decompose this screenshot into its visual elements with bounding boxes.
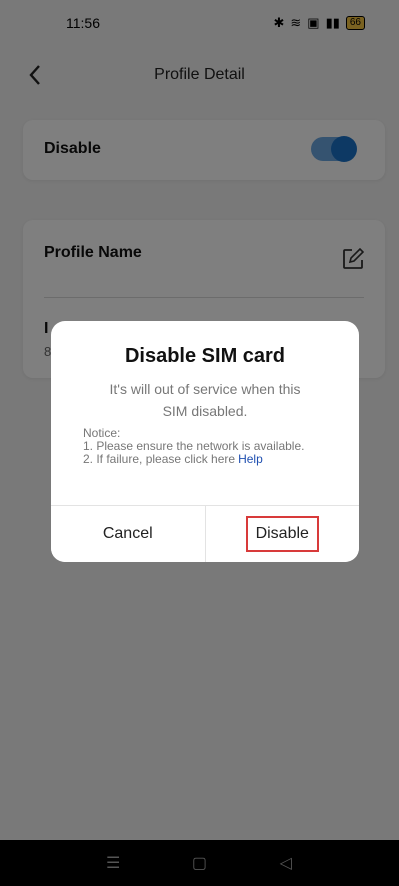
notice: Notice: 1. Please ensure the network is … (83, 427, 323, 466)
notice-item-2-text: 2. If failure, please click here (83, 452, 236, 466)
home-icon[interactable]: ▢ (189, 853, 209, 873)
dialog-actions: Cancel Disable (51, 505, 359, 562)
system-nav-bar: ☰ ▢ ◁ (0, 840, 399, 886)
back-nav-icon[interactable]: ◁ (276, 853, 296, 873)
help-link[interactable]: Help (238, 452, 263, 466)
menu-icon[interactable]: ☰ (103, 853, 123, 873)
dialog-title: Disable SIM card (124, 345, 286, 367)
dialog-message-line1: It's will out of service when this (109, 381, 301, 397)
disable-sim-dialog: Disable SIM card It's will out of servic… (51, 321, 359, 562)
disable-button[interactable]: Disable (205, 506, 359, 562)
cancel-button-label: Cancel (102, 525, 153, 542)
disable-button-label: Disable (245, 516, 319, 552)
dialog-message-line2: SIM disabled. (162, 403, 248, 419)
cancel-button[interactable]: Cancel (51, 506, 206, 562)
notice-item-2: 2. If failure, please click here Help (83, 453, 323, 466)
dialog-message: It's will out of service when this SIM d… (51, 378, 359, 422)
